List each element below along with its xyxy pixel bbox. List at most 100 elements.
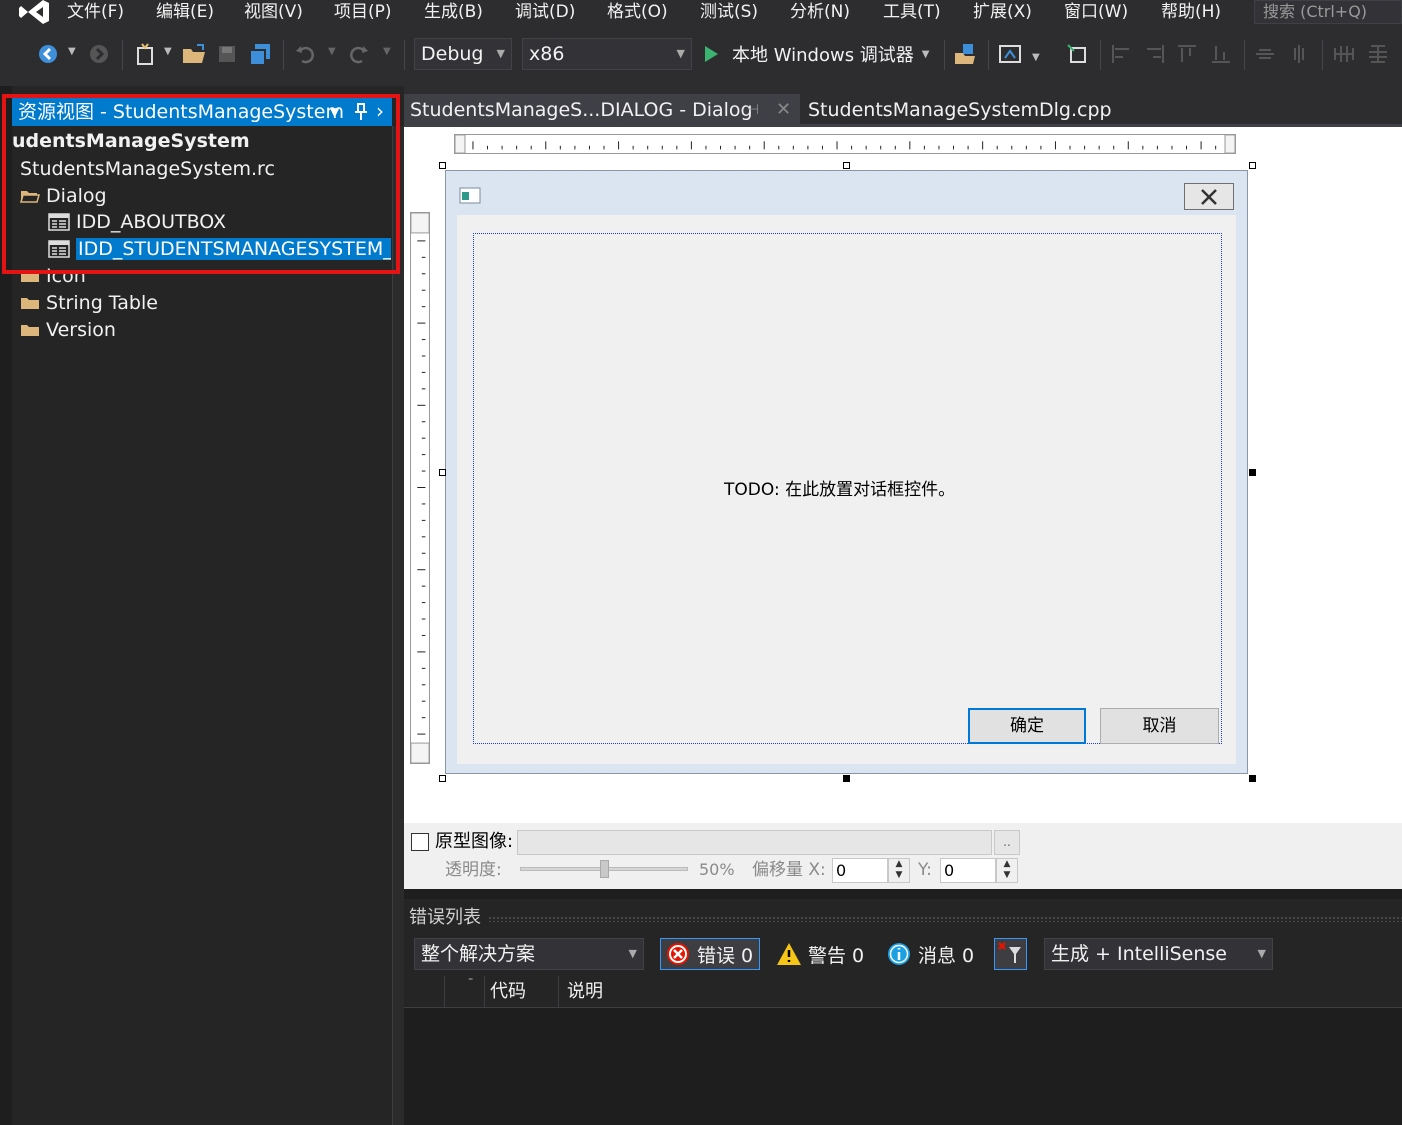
tree-rc-file[interactable]: StudentsManageSystem.rc (20, 156, 275, 182)
menu-file[interactable]: 文件(F) (67, 0, 124, 24)
chevron-down-icon[interactable]: ▼ (1032, 52, 1040, 63)
project-name: udentsManageSystem (12, 130, 250, 152)
menu-edit[interactable]: 编辑(E) (156, 0, 214, 24)
open-button[interactable] (180, 40, 208, 68)
forward-button[interactable] (87, 40, 111, 68)
center-vertical-button[interactable] (1254, 40, 1276, 68)
prototype-image-checkbox[interactable] (411, 833, 429, 851)
offset-y-stepper[interactable]: ▲ ▼ (996, 858, 1018, 883)
menu-window[interactable]: 窗口(W) (1064, 0, 1128, 24)
tree-folder-string-table[interactable]: String Table (20, 290, 158, 316)
todo-static-text[interactable]: TODO: 在此放置对话框控件。 (724, 479, 955, 501)
messages-filter-button[interactable]: 消息 0 (886, 938, 974, 970)
tree-dialog-aboutbox[interactable]: IDD_ABOUTBOX (48, 209, 226, 235)
resize-handle[interactable] (843, 162, 850, 169)
test-dialog-button[interactable] (997, 40, 1023, 68)
menu-project[interactable]: 项目(P) (334, 0, 392, 24)
vs-logo-icon (19, 0, 49, 24)
offset-y-input[interactable]: 0 (940, 858, 996, 883)
guides-button[interactable] (1064, 40, 1090, 68)
error-list-header (404, 976, 1402, 1008)
align-top-button[interactable] (1176, 40, 1198, 68)
build-intellisense-filter-button[interactable] (994, 938, 1027, 970)
menu-test[interactable]: 测试(S) (700, 0, 758, 24)
chevron-down-icon: ▼ (628, 947, 637, 960)
menu-tools[interactable]: 工具(T) (883, 0, 941, 24)
chevron-down-icon[interactable]: ▼ (383, 46, 391, 57)
close-icon[interactable]: ✕ (776, 94, 791, 126)
tree-folder-version[interactable]: Version (20, 317, 116, 343)
chevron-down-icon[interactable]: ▼ (68, 46, 76, 57)
menu-help[interactable]: 帮助(H) (1161, 0, 1221, 24)
resize-handle[interactable] (843, 775, 850, 782)
chevron-down-icon[interactable]: ▼ (330, 98, 339, 126)
warnings-filter-button[interactable]: 警告 0 (776, 938, 864, 970)
back-button[interactable] (36, 40, 60, 68)
vertical-ruler[interactable] (410, 212, 430, 764)
space-down-icon (1369, 45, 1387, 63)
offset-x-stepper[interactable]: ▲ ▼ (888, 858, 910, 883)
chevron-down-icon[interactable]: ▼ (328, 46, 336, 57)
menu-analyze[interactable]: 分析(N) (790, 0, 850, 24)
space-across-button[interactable] (1332, 40, 1356, 68)
chevron-down-icon[interactable]: ▼ (164, 46, 172, 57)
menu-format[interactable]: 格式(O) (607, 0, 668, 24)
dialog-label: IDD_ABOUTBOX (76, 211, 227, 233)
dialog-close-button[interactable] (1184, 183, 1234, 210)
cancel-button[interactable]: 取消 (1100, 708, 1219, 744)
pin-icon[interactable]: ⊣ (747, 94, 759, 126)
save-all-button[interactable] (246, 40, 274, 68)
resize-handle[interactable] (1249, 469, 1256, 476)
ok-button[interactable]: 确定 (968, 708, 1086, 744)
tree-folder-dialog[interactable]: Dialog (20, 183, 107, 209)
chevron-right-icon[interactable]: › (376, 98, 390, 126)
pin-icon[interactable] (354, 98, 372, 126)
test-dialog-icon (999, 45, 1021, 63)
folder-label: String Table (46, 292, 158, 314)
redo-button[interactable] (346, 40, 372, 68)
tree-folder-icon[interactable]: Icon (20, 263, 86, 289)
center-horizontal-button[interactable] (1288, 40, 1310, 68)
align-bottom-button[interactable] (1210, 40, 1232, 68)
search-input[interactable]: 搜索 (Ctrl+Q) (1254, 0, 1402, 24)
prototype-browse-button[interactable]: .. (994, 830, 1020, 855)
resize-handle[interactable] (439, 162, 446, 169)
prototype-image-path-field[interactable] (517, 830, 992, 855)
menu-view[interactable]: 视图(V) (244, 0, 303, 24)
menu-debug[interactable]: 调试(D) (515, 0, 575, 24)
new-project-button[interactable] (132, 40, 158, 68)
align-right-button[interactable] (1144, 40, 1166, 68)
undo-icon (296, 46, 314, 64)
configuration-select[interactable]: Debug ▼ (414, 38, 512, 70)
align-left-button[interactable] (1110, 40, 1132, 68)
save-button[interactable] (215, 40, 239, 68)
tree-project[interactable]: udentsManageSystem (12, 128, 250, 154)
column-description[interactable]: 说明 (567, 978, 603, 1006)
error-scope-select[interactable]: 整个解决方案 ▼ (414, 938, 644, 970)
resource-view-scrollbar[interactable] (392, 126, 404, 1125)
folder-label: Icon (46, 265, 86, 287)
platform-select[interactable]: x86 ▼ (522, 38, 692, 70)
offset-x-input[interactable]: 0 (832, 858, 888, 883)
undo-button[interactable] (292, 40, 318, 68)
space-down-button[interactable] (1366, 40, 1390, 68)
column-code[interactable]: 代码 (490, 978, 526, 1006)
error-source-select[interactable]: 生成 + IntelliSense ▼ (1044, 938, 1273, 970)
resize-handle[interactable] (439, 775, 446, 782)
resize-handle[interactable] (1249, 775, 1256, 782)
errors-filter-button[interactable]: 错误 0 (660, 938, 760, 970)
error-list-title[interactable]: 错误列表 (409, 905, 481, 931)
tab-dialog-designer[interactable]: StudentsManageS...DIALOG - Dialog ⊣ ✕ (404, 94, 800, 126)
menu-extensions[interactable]: 扩展(X) (973, 0, 1032, 24)
tree-dialog-main[interactable]: IDD_STUDENTSMANAGESYSTEM_DI (48, 236, 391, 262)
start-debugging-button[interactable]: 本地 Windows 调试器 ▼ (702, 40, 932, 68)
configuration-value: Debug (421, 43, 484, 65)
resize-handle[interactable] (439, 469, 446, 476)
menu-build[interactable]: 生成(B) (424, 0, 483, 24)
tab-cpp-file[interactable]: StudentsManageSystemDlg.cpp (808, 94, 1112, 126)
opacity-slider-thumb[interactable] (599, 860, 609, 878)
resize-handle[interactable] (1249, 162, 1256, 169)
horizontal-ruler[interactable] (454, 134, 1236, 154)
sort-icon[interactable]: ⁼ (468, 976, 473, 987)
find-button[interactable] (952, 40, 978, 68)
